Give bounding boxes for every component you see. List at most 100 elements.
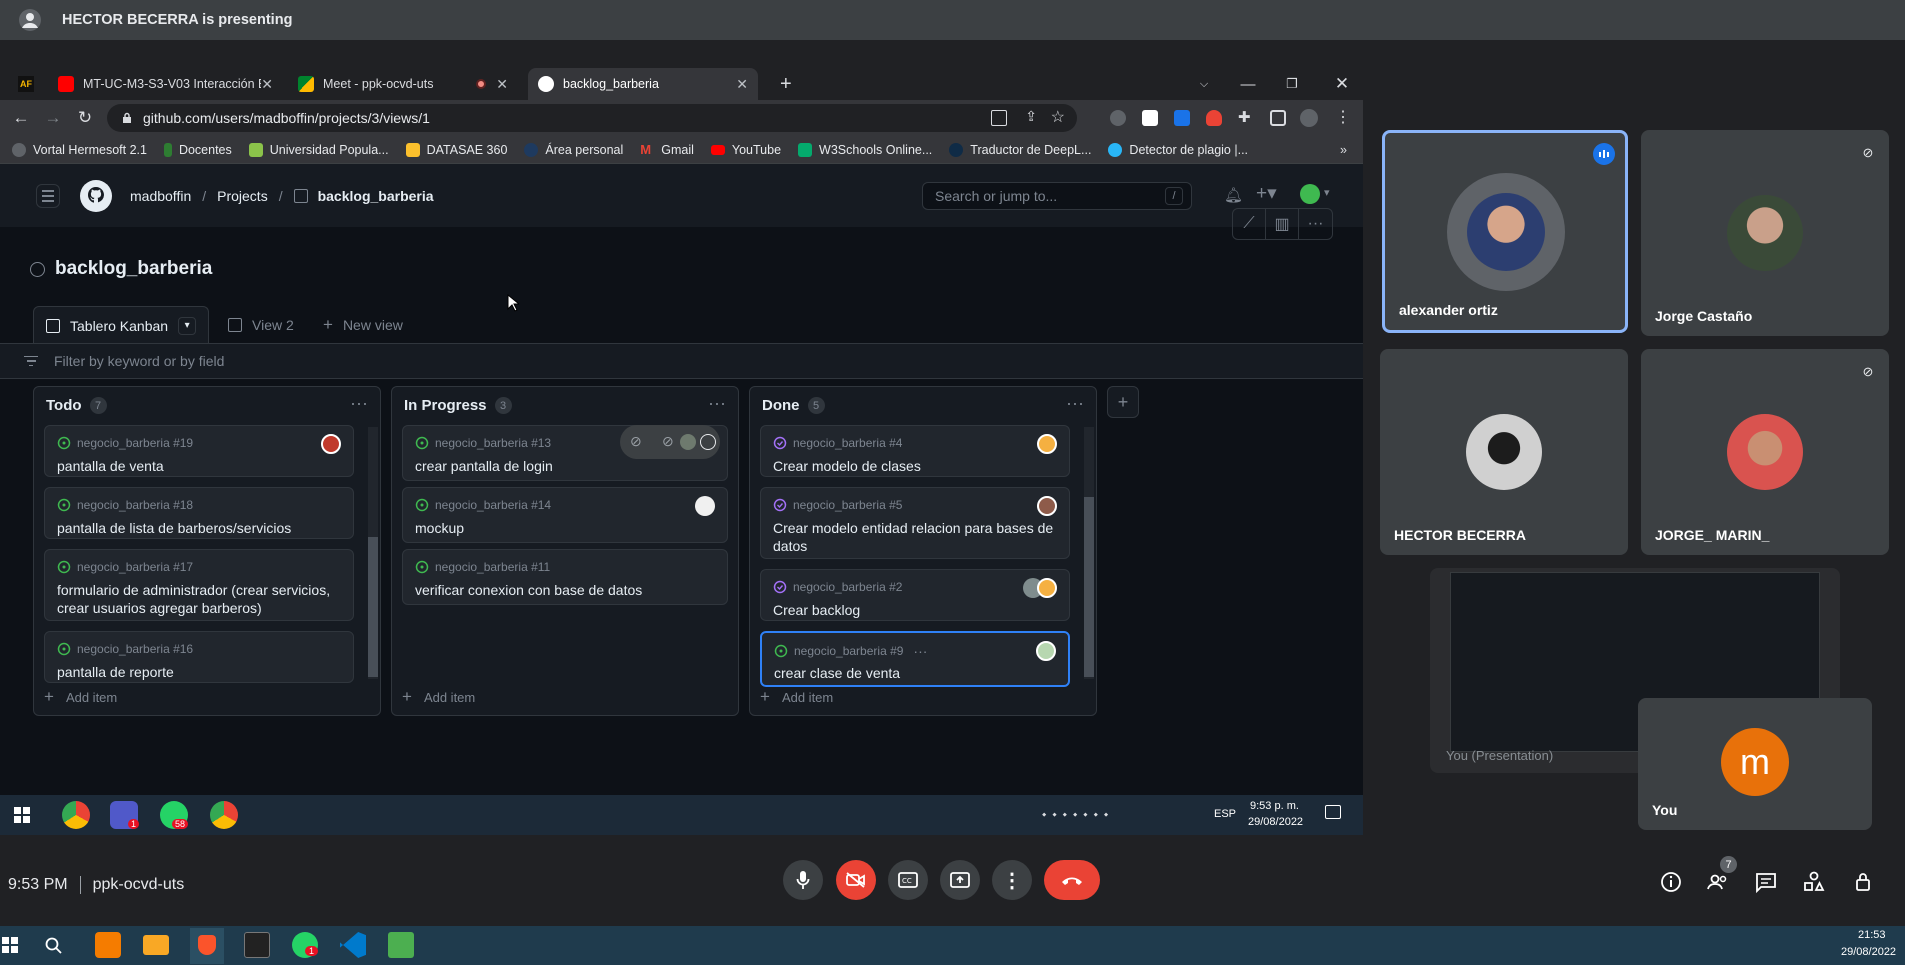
mic-off-icon[interactable]: ⊘ [630,433,642,450]
github-logo-icon[interactable] [80,180,112,212]
extension-icon[interactable] [1110,110,1126,126]
column-menu-icon[interactable]: ··· [350,393,368,414]
self-view-tile[interactable]: m You [1638,698,1872,830]
bookmark-item[interactable]: Traductor de DeepL... [949,142,1091,157]
bookmark-item[interactable]: Vortal Hermesoft 2.1 [12,142,147,157]
restore-button[interactable]: ❐ [1270,68,1314,100]
share-icon[interactable]: ⇪ [1025,108,1037,125]
search-input[interactable]: Search or jump to... / [922,182,1192,210]
bookmark-item[interactable]: Área personal [524,142,623,157]
column-menu-icon[interactable]: ··· [708,393,726,414]
bookmark-item[interactable]: Docentes [163,142,232,157]
close-tab-icon[interactable]: ✕ [496,76,508,93]
windows-start-icon[interactable] [2,937,28,963]
host-controls-lock-icon[interactable] [1852,870,1876,894]
participant-tile[interactable]: HECTOR BECERRA [1380,349,1628,555]
create-new-icon[interactable]: +▾ [1256,182,1277,205]
file-explorer-icon[interactable] [143,935,169,955]
volume-off-icon[interactable]: ⊘ [662,433,674,450]
browser-menu-icon[interactable]: ⋮ [1335,107,1351,126]
vscode-icon[interactable] [340,932,366,958]
new-tab-button[interactable]: + [770,68,802,100]
column-menu-icon[interactable]: ··· [1066,393,1084,414]
notifications-bell-icon[interactable]: 🔔︎ [1224,186,1243,204]
extension-icon[interactable] [1206,110,1222,126]
close-tab-icon[interactable]: ✕ [261,76,273,93]
forward-icon[interactable]: → [43,108,63,128]
app-icon[interactable] [388,932,414,958]
profile-avatar-icon[interactable] [1300,109,1318,127]
bookmark-star-icon[interactable]: ☆ [1051,107,1065,127]
card[interactable]: negocio_barberia #19 pantalla de venta [44,425,354,477]
side-panel-icon[interactable] [1270,110,1286,126]
add-column-button[interactable]: + [1107,386,1139,418]
taskbar-date[interactable]: 29/08/2022 [1841,946,1896,958]
scrollbar-thumb[interactable] [1084,497,1094,677]
present-now-button[interactable] [940,860,980,900]
more-bookmarks-icon[interactable]: » [1340,143,1347,157]
card[interactable]: negocio_barberia #14 mockup [402,487,728,543]
chrome-icon[interactable] [62,801,90,829]
view-tab-kanban[interactable]: Tablero Kanban ▾ [33,306,210,344]
participant-tile[interactable]: ⊘ JORGE_ MARIN_ [1641,349,1889,555]
minimize-button[interactable]: — [1226,68,1270,100]
url-bar[interactable]: github.com/users/madboffin/projects/3/vi… [107,104,1077,132]
participant-tile[interactable]: ⊘ Jorge Castaño [1641,130,1889,336]
bookmark-item[interactable]: W3Schools Online... [798,142,932,157]
brave-app-active[interactable] [190,928,224,964]
notifications-icon[interactable] [1325,805,1341,819]
add-item-button[interactable]: + Add item [402,687,475,707]
bookmark-item[interactable]: Detector de plagio |... [1108,142,1248,157]
close-window-button[interactable]: ✕ [1320,68,1363,100]
sublime-text-icon[interactable] [95,932,121,958]
card-menu-icon[interactable]: ··· [913,643,927,659]
card-selected[interactable]: negocio_barberia #9 ··· crear clase de ve… [760,631,1070,687]
language-indicator[interactable]: ESP [1214,808,1236,820]
system-tray-icons[interactable]: ⬩⬩⬩⬩⬩⬩⬩ [1042,807,1114,822]
chrome-icon[interactable] [210,801,238,829]
view-tab-view2[interactable]: View 2 [228,306,294,344]
bookmark-item[interactable]: M Gmail [640,142,694,157]
filter-bar[interactable]: Filter by keyword or by field [0,343,1363,379]
breadcrumb-user[interactable]: madboffin [130,188,191,204]
scrollbar-thumb[interactable] [368,537,378,677]
clock-date[interactable]: 29/08/2022 [1248,816,1303,828]
insights-chart-icon[interactable]: ⟋ [1233,209,1266,239]
bookmark-item[interactable]: Universidad Popula... [248,142,389,157]
clock-time[interactable]: 9:53 p. m. [1250,800,1299,812]
side-panel-icon[interactable]: ▥ [1266,209,1299,239]
meeting-code[interactable]: ppk-ocvd-uts [93,876,185,894]
captions-button[interactable]: CC [888,860,928,900]
terminal-icon[interactable] [244,932,270,958]
bookmark-item[interactable]: DATASAE 360 [405,142,507,157]
minimize-icon[interactable] [700,434,716,450]
tab-search-icon[interactable]: ⌵ [1182,68,1226,100]
browser-tab-github[interactable]: backlog_barberia ✕ [528,68,758,100]
browser-tab-meet[interactable]: Meet - ppk-ocvd-uts ✕ [288,68,518,100]
windows-start-icon[interactable] [14,807,30,823]
extensions-puzzle-icon[interactable]: ✚ [1238,108,1254,126]
search-icon[interactable] [44,936,70,962]
meeting-details-icon[interactable] [1659,870,1683,894]
user-avatar-icon[interactable] [1300,184,1320,204]
new-view-button[interactable]: + New view [323,306,403,344]
extension-icon[interactable] [1142,110,1158,126]
breadcrumb-project[interactable]: backlog_barberia [318,188,434,204]
more-options-icon[interactable]: ··· [1299,209,1332,239]
microphone-button[interactable] [783,860,823,900]
close-tab-icon[interactable]: ✕ [736,76,748,93]
add-item-button[interactable]: + Add item [44,687,117,707]
card[interactable]: negocio_barberia #16 pantalla de reporte [44,631,354,683]
breadcrumb-projects[interactable]: Projects [217,188,268,204]
card[interactable]: negocio_barberia #17 formulario de admin… [44,549,354,621]
chevron-down-icon[interactable]: ▾ [1324,186,1330,199]
activities-icon[interactable] [1802,870,1826,894]
back-icon[interactable]: ← [11,108,31,128]
browser-tab-youtube[interactable]: MT-UC-M3-S3-V03 Interacción E ✕ [48,68,283,100]
card[interactable]: negocio_barberia #4 Crear modelo de clas… [760,425,1070,477]
card[interactable]: negocio_barberia #2 Crear backlog [760,569,1070,621]
hamburger-menu-icon[interactable] [36,184,60,208]
card[interactable]: negocio_barberia #11 verificar conexion … [402,549,728,605]
participant-tile[interactable]: alexander ortiz [1382,130,1628,333]
translate-icon[interactable] [991,110,1007,126]
